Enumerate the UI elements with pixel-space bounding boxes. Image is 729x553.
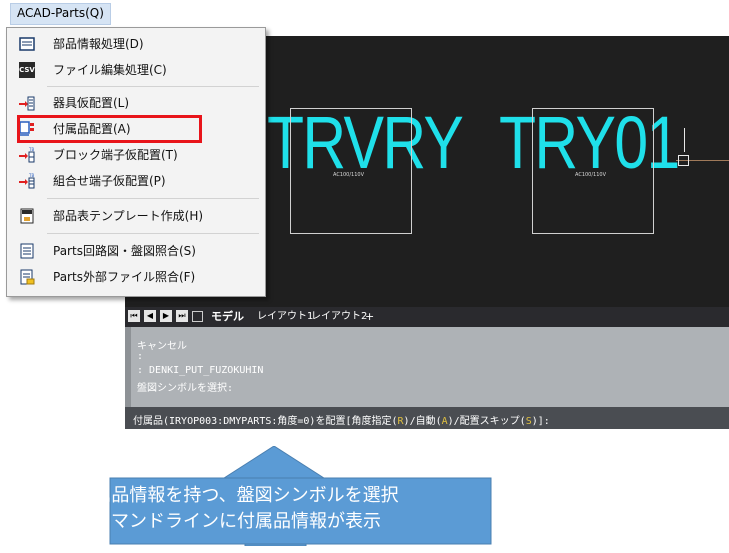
menu-separator [47,198,259,199]
tab-layout1[interactable]: レイアウト1 [257,310,313,324]
menu-separator [47,86,259,87]
first-tab-icon[interactable]: ⏮ [128,310,140,322]
menu-item-label: 部品情報処理(D) [53,37,144,51]
option-skip-text[interactable]: )/配置スキップ( [448,416,526,427]
block-terminal-icon: TB [19,147,35,163]
external-file-icon [20,269,35,285]
acad-parts-dropdown: 部品情報処理(D) CSV ファイル編集処理(C) 器具仮配置(L) 付属品配置… [6,27,266,297]
menu-item-file-edit[interactable]: CSV ファイル編集処理(C) [7,58,265,82]
prev-tab-icon[interactable]: ◀ [144,310,156,322]
highlight-frame [17,115,202,143]
prompt-end-text: )]: [531,416,550,427]
menu-item-label: Parts外部ファイル照合(F) [53,270,196,284]
menu-item-label: 組合せ端子仮配置(P) [53,174,166,188]
panel-symbol-box[interactable]: AC100/110V [290,108,412,234]
menu-item-external-file[interactable]: Parts外部ファイル照合(F) [7,265,265,289]
menu-bar: ACAD-Parts(Q) [0,0,729,25]
menu-item-block-terminal[interactable]: TB ブロック端子仮配置(T) [7,143,265,167]
option-auto-text[interactable]: )/自動( [404,416,442,427]
menu-item-device-place[interactable]: 器具仮配置(L) [7,91,265,115]
add-tab-button[interactable]: + [365,310,374,324]
menu-separator [47,233,259,234]
panel-symbol-label: AC100/110V [575,172,607,178]
layout-tab-bar: ⏮ ◀ ▶ ⏭ モデル レイアウト1 レイアウト2 + [125,307,729,327]
command-window-grip[interactable] [125,327,131,407]
menu-item-circuit-compare[interactable]: Parts回路図・盤図照合(S) [7,239,265,263]
command-history-line: : [137,351,144,362]
menu-item-parts-info[interactable]: 部品情報処理(D) [7,32,265,56]
callout-line-2: コマンドラインに付属品情報が表示 [93,511,381,532]
command-line[interactable]: 付属品(IRYOP003:DMYPARTS:角度=0)を配置[角度指定(R)/自… [125,407,729,429]
tab-model[interactable]: モデル [211,310,244,324]
command-history-line: キャンセル [137,341,187,352]
panel-symbol-box[interactable]: AC100/110V [532,108,654,234]
parts-template-icon [20,208,34,224]
menu-item-label: 部品表テンプレート作成(H) [53,209,204,223]
menu-item-label: 器具仮配置(L) [53,96,130,110]
command-prompt: 付属品(IRYOP003:DMYPARTS:角度=0)を配置[角度指定(R)/自… [133,412,550,427]
tab-layout2[interactable]: レイアウト2 [311,310,367,324]
command-history-line: : DENKI_PUT_FUZOKUHIN [137,365,264,376]
menu-item-combo-terminal[interactable]: TB 組合せ端子仮配置(P) [7,169,265,193]
device-place-icon [19,96,35,111]
layout-grid-icon[interactable] [192,311,203,322]
last-tab-icon[interactable]: ⏭ [176,310,188,322]
crosshair-vertical [684,128,685,152]
panel-symbol-label: AC100/110V [333,172,365,178]
menu-item-label: ブロック端子仮配置(T) [53,148,178,162]
csv-icon: CSV [19,62,35,78]
crosshair-pickbox [678,155,689,166]
svg-text:TB: TB [28,173,34,178]
svg-text:TB: TB [28,147,34,152]
command-history: キャンセル : : DENKI_PUT_FUZOKUHIN 盤図シンボルを選択: [125,327,729,407]
circuit-compare-icon [20,243,34,259]
menu-item-label: Parts回路図・盤図照合(S) [53,244,196,258]
acad-parts-menu[interactable]: ACAD-Parts(Q) [10,3,111,25]
callout-line-1: 付属品情報を持つ、盤図シンボルを選択 [75,485,399,506]
menu-item-label: ファイル編集処理(C) [53,63,167,77]
option-angle-text[interactable]: 角度指定( [351,416,397,427]
callout-text: 付属品情報を持つ、盤図シンボルを選択 コマンドラインに付属品情報が表示 [12,483,462,535]
command-history-line: 盤図シンボルを選択: [137,383,234,394]
prompt-main-text: 付属品(IRYOP003:DMYPARTS:角度=0)を配置[ [133,416,352,427]
menu-item-parts-template[interactable]: 部品表テンプレート作成(H) [7,204,265,228]
combo-terminal-icon: TB [19,173,35,189]
parts-info-icon [19,37,35,51]
next-tab-icon[interactable]: ▶ [160,310,172,322]
